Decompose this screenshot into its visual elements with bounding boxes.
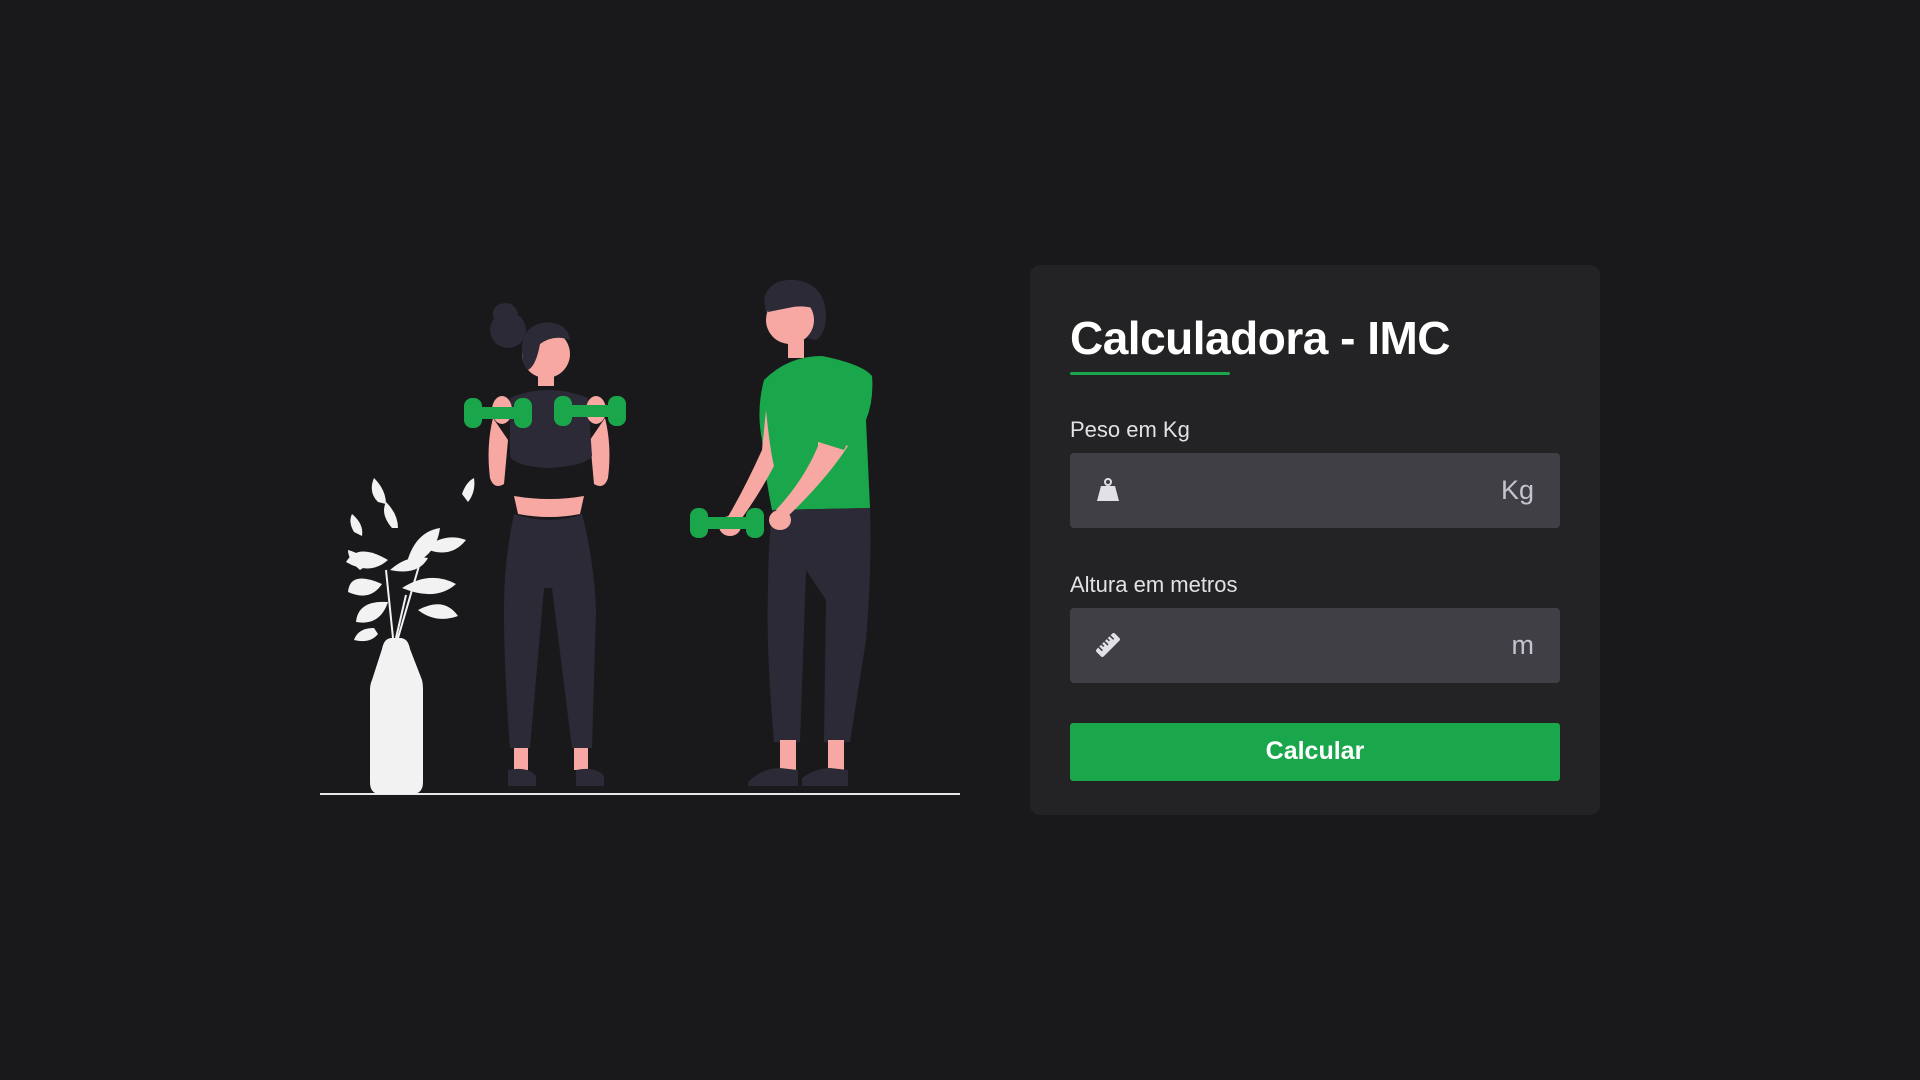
height-label: Altura em metros — [1070, 571, 1238, 597]
weight-input-box: Kg — [1070, 452, 1560, 528]
page: Calculadora - IMC Peso em Kg Kg Altura e… — [0, 0, 1920, 1080]
page-title: Calculadora - IMC — [1070, 312, 1451, 364]
woman-figure — [464, 303, 626, 786]
bmi-calculator-card: Calculadora - IMC Peso em Kg Kg Altura e… — [1030, 265, 1600, 815]
height-input[interactable] — [1122, 607, 1512, 683]
workout-illustration — [318, 270, 963, 800]
height-unit: m — [1511, 629, 1535, 660]
weight-label: Peso em Kg — [1070, 416, 1190, 442]
weight-unit: Kg — [1500, 474, 1534, 505]
calculate-button[interactable]: Calcular — [1070, 722, 1560, 781]
weight-input[interactable] — [1122, 452, 1501, 528]
ruler-icon — [1094, 631, 1122, 659]
man-figure — [690, 279, 873, 786]
weight-icon — [1094, 476, 1122, 504]
height-input-box: m — [1070, 607, 1560, 683]
title-underline — [1070, 371, 1230, 375]
plant-icon — [346, 478, 475, 794]
